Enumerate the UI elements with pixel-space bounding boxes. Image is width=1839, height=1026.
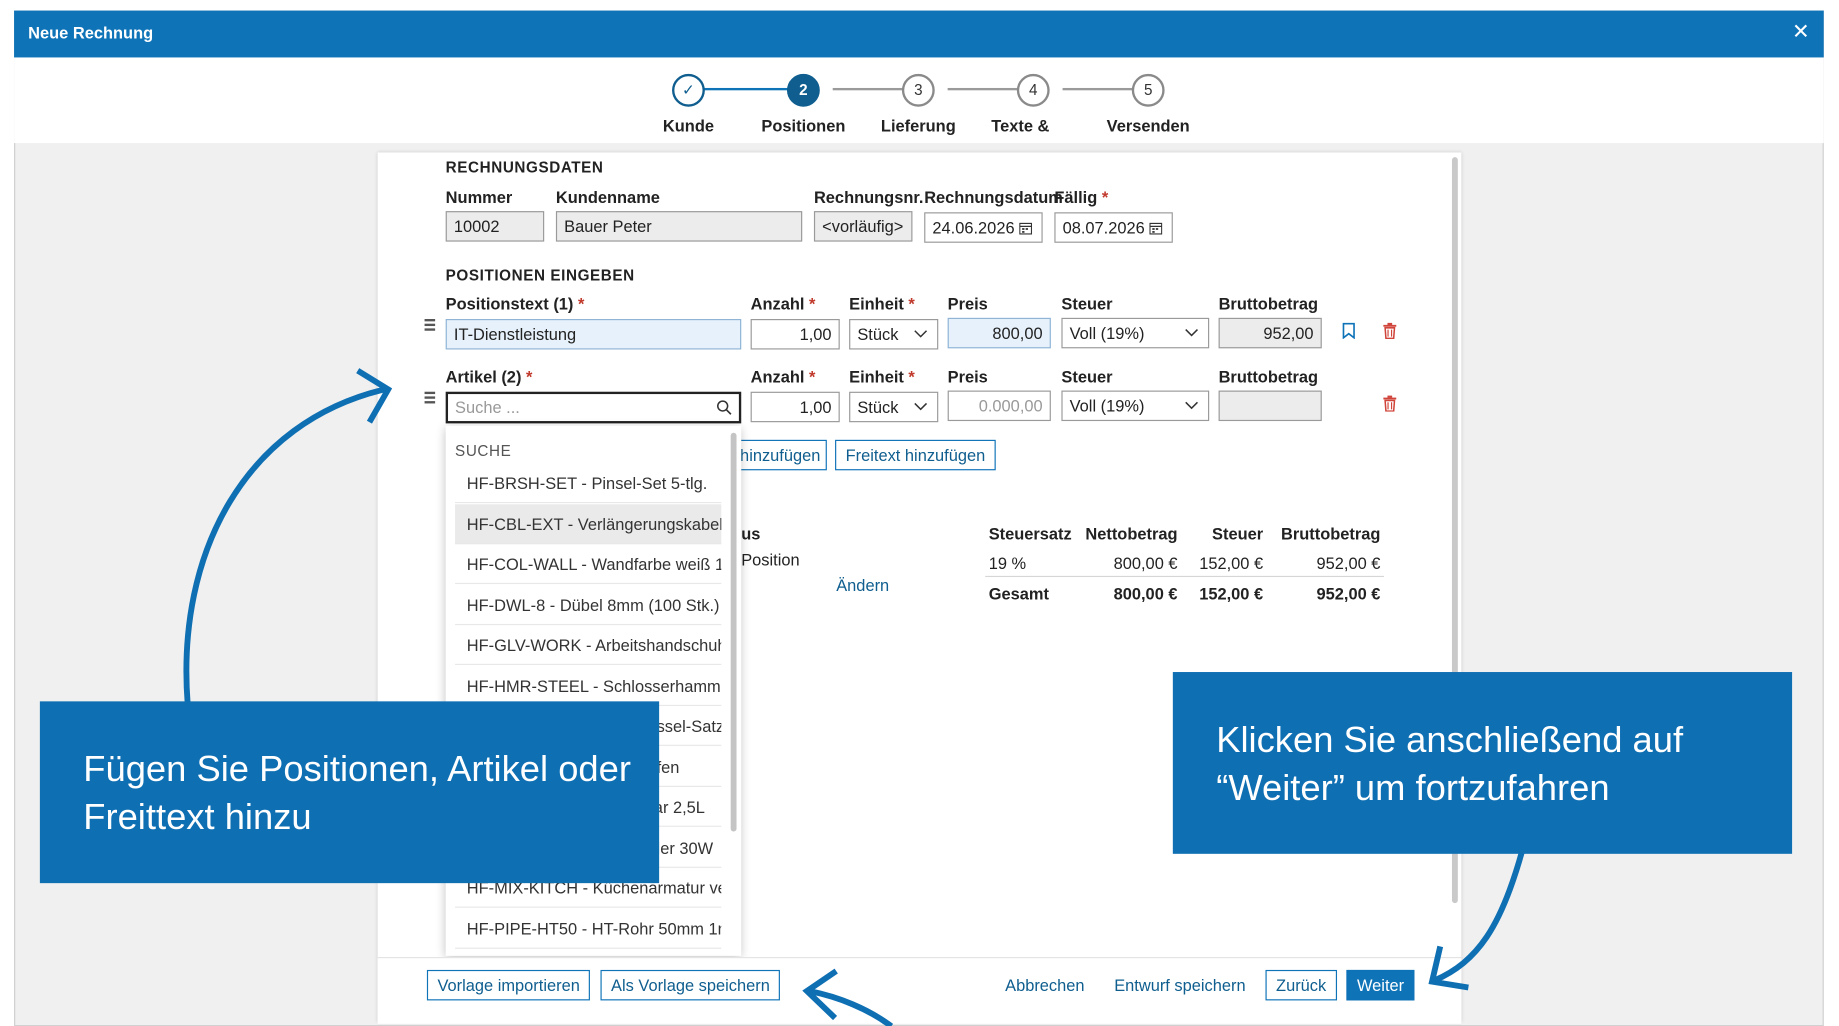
callout-left: Fügen Sie Positionen, Artikel oder Freit… (39, 701, 660, 884)
arrow-to-artikel (183, 386, 386, 704)
callout-right: Klicken Sie anschließend auf “Weiter” um… (1172, 672, 1793, 854)
callout-left-text: Fügen Sie Positionen, Artikel oder Freit… (83, 748, 631, 838)
arrow-head-weiter (1428, 945, 1469, 991)
callout-right-text: Klicken Sie anschließend auf “Weiter” um… (1216, 718, 1684, 809)
arrow-to-weiter (1433, 849, 1526, 984)
